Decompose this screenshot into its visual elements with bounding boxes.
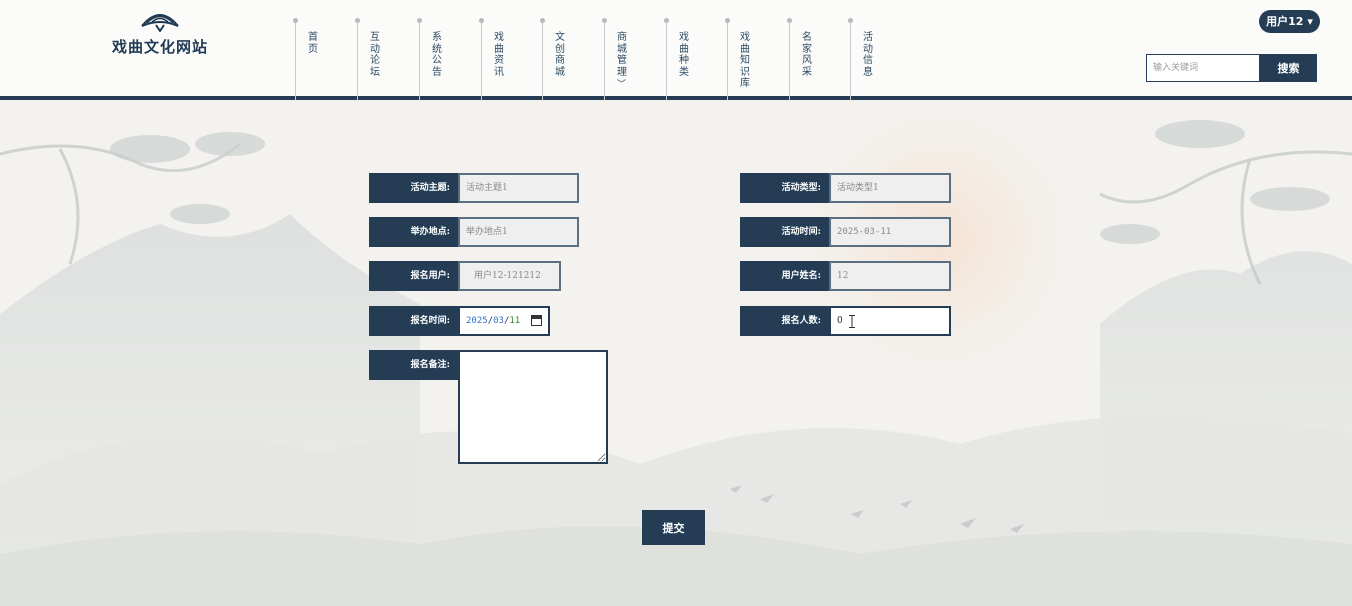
form-row-activity-type: 活动类型: 活动类型1	[740, 173, 951, 203]
signup-count-label: 报名人数:	[740, 306, 829, 336]
fan-icon	[141, 14, 179, 32]
user-menu-button[interactable]: 用户12 ▾	[1259, 10, 1320, 33]
form-row-activity-time: 活动时间: 2025-03-11	[740, 217, 951, 247]
form-row-user-name: 用户姓名: 12	[740, 261, 951, 291]
nav-item-activities[interactable]: 活动信息	[848, 18, 912, 100]
nav-item-label: 商城管理	[617, 32, 627, 78]
activity-type-label: 活动类型:	[740, 173, 829, 203]
nav-item-label: 戏曲资讯	[494, 32, 504, 78]
form-row-signup-count: 报名人数: 0	[740, 306, 951, 336]
nav-item-label: 系统公告	[432, 32, 442, 78]
form-row-venue: 举办地点: 举办地点1	[369, 217, 579, 247]
nav-item-label: 首页	[308, 32, 318, 55]
nav-item-announcements[interactable]: 系统公告	[417, 18, 481, 100]
nav-dot	[848, 18, 853, 23]
date-day: 11	[509, 316, 521, 326]
site-title: 戏曲文化网站	[111, 38, 208, 56]
nav-dot	[664, 18, 669, 23]
search-input[interactable]	[1146, 54, 1260, 82]
signup-count-value: 0	[837, 316, 843, 326]
nav-item-news[interactable]: 戏曲资讯	[479, 18, 543, 100]
activity-theme-label: 活动主题:	[369, 173, 458, 203]
signup-user-label: 报名用户:	[369, 261, 458, 291]
nav-item-home[interactable]: 首页	[293, 18, 357, 100]
user-name: 用户12	[1266, 15, 1304, 28]
nav-item-label: 文创商城	[555, 32, 565, 78]
signup-user-field[interactable]: 用户12-121212	[458, 261, 561, 291]
text-cursor-icon	[849, 315, 855, 328]
nav-item-masters[interactable]: 名家风采	[787, 18, 851, 100]
calendar-icon[interactable]	[531, 315, 542, 326]
signup-time-date-input[interactable]: 2025/03/11	[458, 306, 550, 336]
form-row-note: 报名备注:	[369, 350, 609, 464]
user-name-label: 用户姓名:	[740, 261, 829, 291]
site-logo[interactable]: 戏曲文化网站	[100, 10, 220, 57]
note-label: 报名备注:	[369, 350, 458, 380]
nav-item-shop-management[interactable]: 商城管理 ﹀	[602, 18, 666, 100]
signup-count-input[interactable]: 0	[829, 306, 951, 336]
activity-theme-field[interactable]: 活动主题1	[458, 173, 579, 203]
chevron-down-icon: ﹀	[617, 80, 627, 90]
nav-item-forum[interactable]: 互动论坛	[355, 18, 419, 100]
nav-item-knowledge-base[interactable]: 戏曲知识库	[725, 18, 789, 100]
activity-time-field[interactable]: 2025-03-11	[829, 217, 951, 247]
nav-item-label: 名家风采	[802, 32, 812, 78]
nav-dot	[293, 18, 298, 23]
nav-dot	[479, 18, 484, 23]
site-header: 戏曲文化网站 首页 互动论坛 系统公告 戏曲资讯 文创商城 商城管理 ﹀ 戏曲种…	[0, 0, 1352, 100]
signup-time-label: 报名时间:	[369, 306, 458, 336]
nav-item-label: 戏曲知识库	[740, 32, 750, 89]
submit-button[interactable]: 提交	[642, 510, 705, 545]
note-textarea[interactable]	[458, 350, 608, 464]
nav-dot	[787, 18, 792, 23]
form-row-activity-theme: 活动主题: 活动主题1	[369, 173, 579, 203]
user-name-field[interactable]: 12	[829, 261, 951, 291]
search-button[interactable]: 搜索	[1260, 54, 1317, 82]
form-row-signup-user: 报名用户: 用户12-121212	[369, 261, 561, 291]
nav-dot	[540, 18, 545, 23]
activity-time-label: 活动时间:	[740, 217, 829, 247]
date-year: 2025	[466, 316, 488, 326]
nav-dot	[602, 18, 607, 23]
nav-item-opera-types[interactable]: 戏曲种类	[664, 18, 728, 100]
nav-dot	[355, 18, 360, 23]
nav-item-label: 活动信息	[863, 32, 873, 78]
venue-label: 举办地点:	[369, 217, 458, 247]
nav-item-label: 互动论坛	[370, 32, 380, 78]
nav-dot	[725, 18, 730, 23]
date-month: 03	[493, 316, 504, 326]
venue-field[interactable]: 举办地点1	[458, 217, 579, 247]
nav-dot	[417, 18, 422, 23]
form-row-signup-time: 报名时间: 2025/03/11	[369, 306, 550, 336]
nav-item-shop[interactable]: 文创商城	[540, 18, 604, 100]
caret-down-icon: ▾	[1307, 15, 1313, 28]
activity-type-field[interactable]: 活动类型1	[829, 173, 951, 203]
nav-item-label: 戏曲种类	[679, 32, 689, 78]
